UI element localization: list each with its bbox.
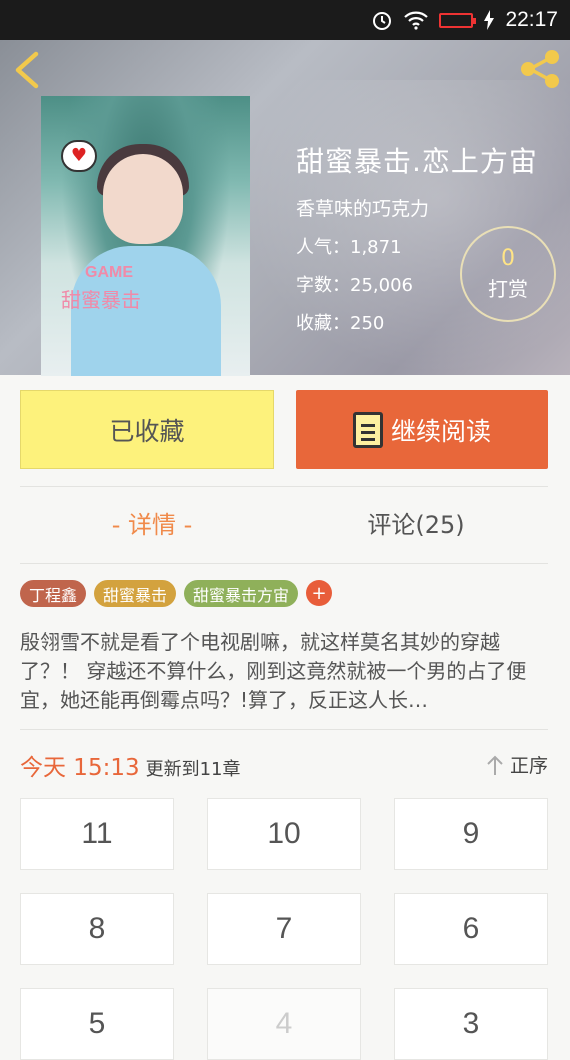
- update-time: 今天 15:13: [20, 755, 140, 781]
- status-bar: 22:17: [0, 0, 570, 40]
- clock: 22:17: [505, 8, 558, 31]
- tag-list: 丁程鑫 甜蜜暴击 甜蜜暴击方宙 +: [20, 580, 333, 607]
- favorite-button[interactable]: 已收藏: [20, 390, 274, 469]
- book-author[interactable]: 香草味的巧克力: [296, 194, 538, 221]
- arrow-up-icon: [487, 755, 503, 775]
- chapter-button[interactable]: 10: [207, 798, 361, 870]
- chapter-button[interactable]: 5: [20, 988, 174, 1060]
- reward-label: 打赏: [488, 277, 528, 301]
- continue-reading-label: 继续阅读: [390, 416, 491, 446]
- book-cover[interactable]: ♥ GAME 甜蜜暴击: [41, 96, 250, 376]
- reward-button[interactable]: 0 打赏: [460, 226, 556, 322]
- battery-icon: [439, 12, 477, 28]
- reward-count: 0: [501, 246, 515, 271]
- book-icon: [352, 411, 383, 448]
- heart-icon: ♥: [61, 140, 97, 172]
- divider: [20, 486, 548, 487]
- book-title: 甜蜜暴击.恋上方宙: [296, 145, 538, 178]
- back-arrow-icon[interactable]: [12, 50, 42, 90]
- tab-detail[interactable]: - 详情 -: [20, 505, 284, 540]
- alarm-icon: [373, 12, 392, 30]
- chapter-button[interactable]: 6: [394, 893, 548, 965]
- update-info: 今天 15:13 更新到11章: [20, 748, 241, 782]
- cover-title-text: 甜蜜暴击: [61, 288, 141, 312]
- divider: [20, 729, 548, 730]
- share-icon[interactable]: [518, 48, 562, 90]
- add-tag-button[interactable]: +: [306, 580, 333, 606]
- chapter-button[interactable]: 4: [207, 988, 361, 1060]
- sort-label: 正序: [510, 755, 549, 777]
- tag-chip[interactable]: 甜蜜暴击方宙: [184, 580, 299, 607]
- cover-game-text: GAME: [85, 264, 133, 281]
- chapter-button[interactable]: 7: [207, 893, 361, 965]
- chapter-button[interactable]: 9: [394, 798, 548, 870]
- tab-comments[interactable]: 评论(25): [284, 505, 548, 540]
- chapter-button[interactable]: 3: [394, 988, 548, 1060]
- favorite-button-label: 已收藏: [109, 416, 185, 446]
- sort-toggle[interactable]: 正序: [486, 751, 548, 778]
- tag-chip[interactable]: 丁程鑫: [20, 580, 87, 607]
- update-text: 更新到11章: [145, 759, 241, 780]
- tag-chip[interactable]: 甜蜜暴击: [94, 580, 177, 607]
- chapter-button[interactable]: 8: [20, 893, 174, 965]
- book-description[interactable]: 殷翎雪不就是看了个电视剧嘛，就这样莫名其妙的穿越了？！ 穿越还不算什么，刚到这竟…: [20, 628, 550, 715]
- charging-icon: [484, 10, 495, 30]
- wifi-icon: [404, 11, 429, 30]
- chapter-button[interactable]: 11: [20, 798, 174, 870]
- divider: [20, 563, 548, 564]
- continue-reading-button[interactable]: 继续阅读: [296, 390, 548, 469]
